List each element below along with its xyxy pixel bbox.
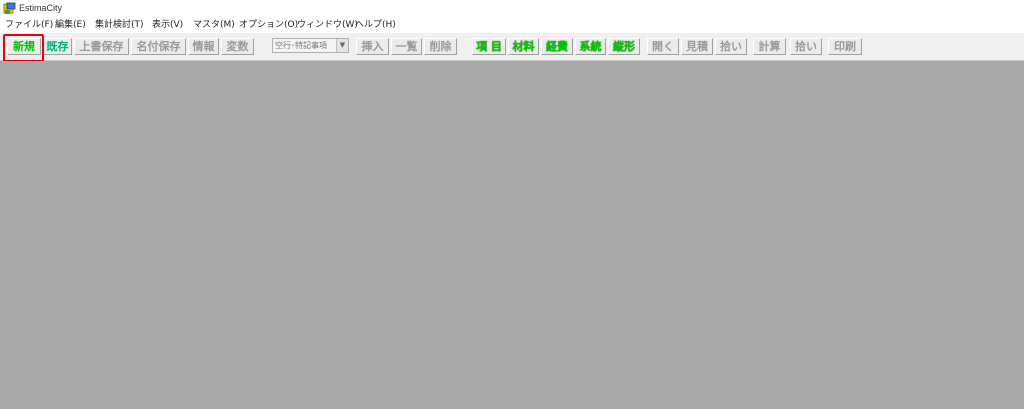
menu-file[interactable]: ファイル(F) (5, 18, 53, 32)
takeoff-button[interactable]: 拾い (715, 38, 747, 55)
takeoff-button-2[interactable]: 拾い (790, 38, 822, 55)
menu-master[interactable]: マスタ(M) (193, 18, 235, 32)
menu-bar: ファイル(F) 編集(E) 集計検討(T) 表示(V) マスタ(M) オプション… (0, 17, 1024, 33)
print-button[interactable]: 印刷 (828, 38, 862, 55)
open-existing-button[interactable]: 既存 (43, 38, 72, 55)
shape-button[interactable]: 縦形 (608, 38, 640, 55)
estimate-button[interactable]: 見積 (681, 38, 713, 55)
menu-help[interactable]: ヘルプ(H) (355, 18, 396, 32)
chevron-down-icon[interactable]: ▼ (336, 39, 348, 52)
save-as-button[interactable]: 名付保存 (131, 38, 186, 55)
menu-view[interactable]: 表示(V) (152, 18, 183, 32)
expenses-button[interactable]: 経費 (541, 38, 573, 55)
mdi-workspace (0, 61, 1024, 409)
menu-window[interactable]: ウィンドウ(W) (297, 18, 358, 32)
row-type-select[interactable]: 空行･特記事項 ▼ (272, 38, 349, 53)
new-button[interactable]: 新規 (7, 38, 41, 55)
toolbar: 新規 既存 上書保存 名付保存 情報 変数 挿入 一覧 削除 項 目 材料 経費… (0, 33, 1024, 61)
variables-button[interactable]: 変数 (221, 38, 254, 55)
info-button[interactable]: 情報 (188, 38, 219, 55)
calculate-button[interactable]: 計算 (753, 38, 786, 55)
list-button[interactable]: 一覧 (391, 38, 422, 55)
open-button[interactable]: 開く (647, 38, 679, 55)
material-button[interactable]: 材料 (508, 38, 539, 55)
row-type-select-value: 空行･特記事項 (275, 41, 327, 50)
system-button[interactable]: 系統 (575, 38, 606, 55)
menu-edit[interactable]: 編集(E) (55, 18, 86, 32)
overwrite-save-button[interactable]: 上書保存 (74, 38, 129, 55)
app-logo-icon (3, 2, 16, 14)
menu-summary[interactable]: 集計検討(T) (95, 18, 144, 32)
insert-button[interactable]: 挿入 (356, 38, 389, 55)
menu-options[interactable]: オプション(O) (239, 18, 298, 32)
title-bar: EstimaCity (0, 0, 1024, 17)
item-button[interactable]: 項 目 (472, 38, 506, 55)
delete-button[interactable]: 削除 (424, 38, 457, 55)
window-title: EstimaCity (19, 3, 63, 13)
